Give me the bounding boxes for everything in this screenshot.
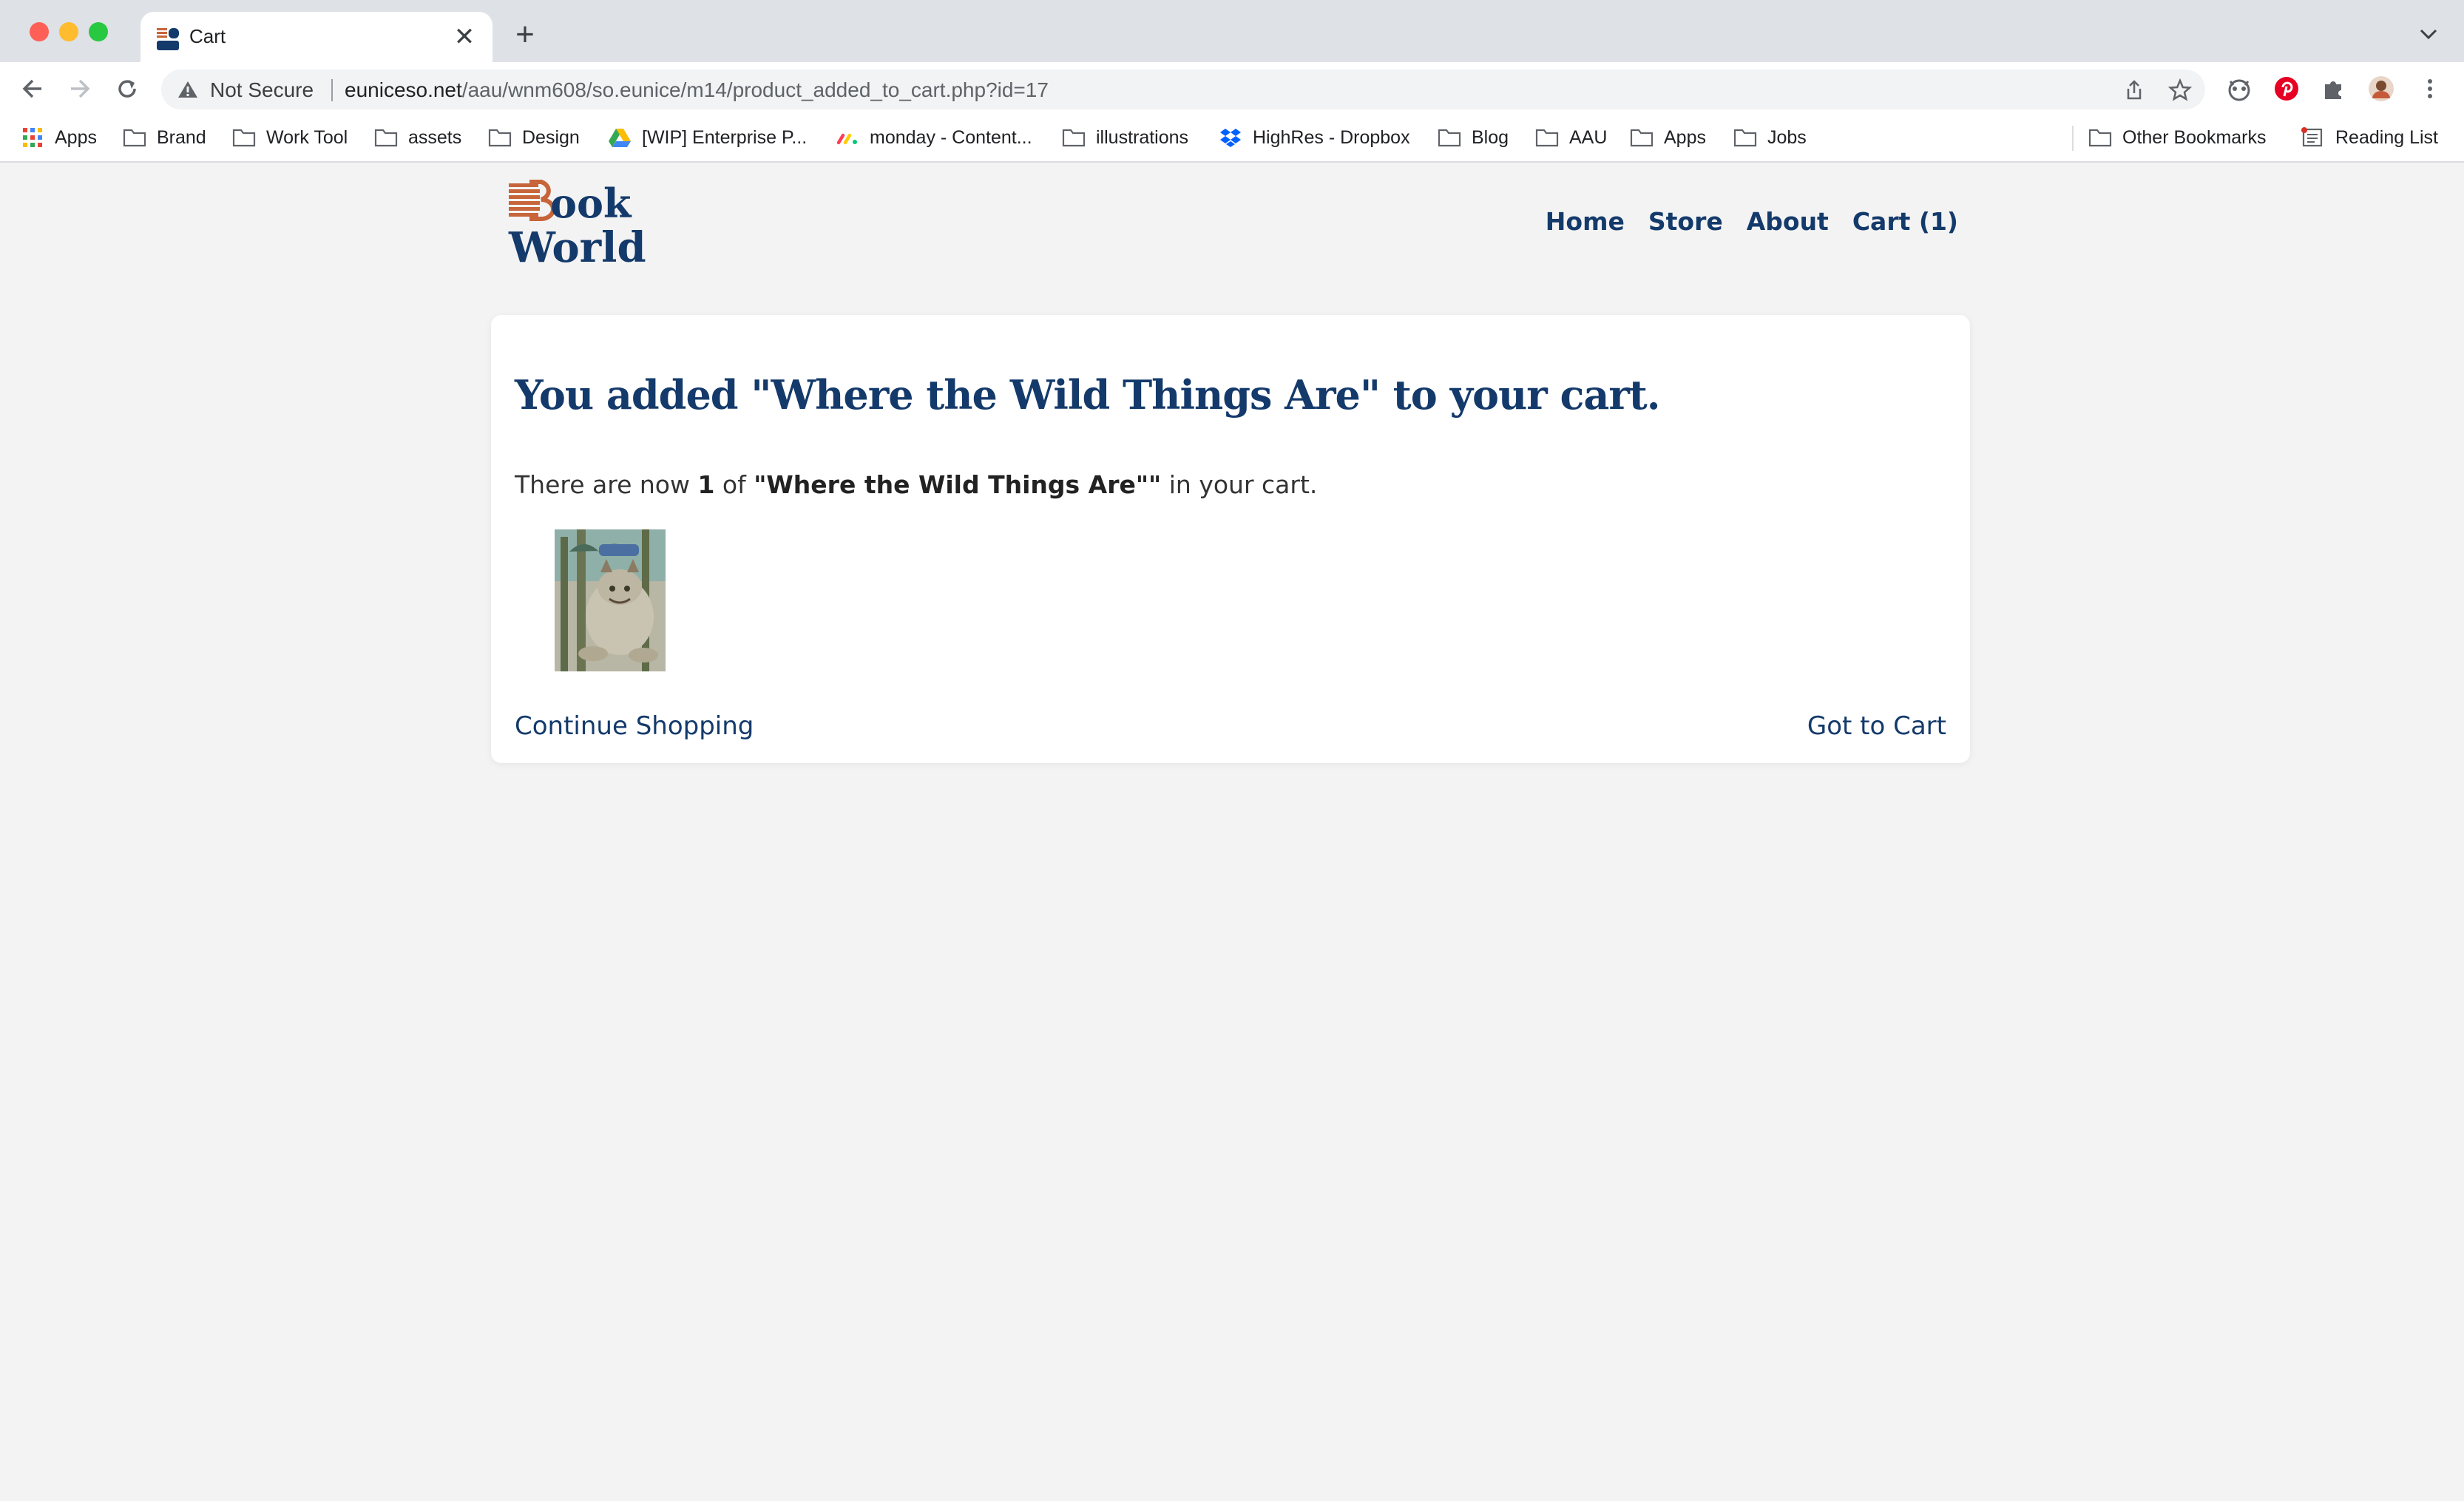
bookmark-apps-folder[interactable]: Apps <box>1630 123 1706 152</box>
url-host: euniceso.net <box>345 78 462 101</box>
nav-cart-link[interactable]: Cart (1) <box>1852 207 1958 236</box>
folder-icon <box>2088 129 2112 147</box>
reading-list-icon <box>2301 127 2323 147</box>
monday-icon <box>836 133 857 145</box>
other-bookmarks[interactable]: Other Bookmarks <box>2088 123 2267 152</box>
bookmarks-separator <box>2072 126 2074 151</box>
bookmarks-bar: Apps Brand Work Tool assets Design [WIP]… <box>0 115 2464 163</box>
nav-about-link[interactable]: About <box>1747 207 1829 236</box>
browser-toolbar: Not Secure euniceso.net/aau/wnm608/so.eu… <box>0 62 2464 115</box>
confirmation-heading: You added "Where the Wild Things Are" to… <box>515 371 1661 419</box>
message-prefix: There are now <box>515 470 698 499</box>
bookmark-label: Apps <box>1664 126 1706 148</box>
message-suffix: in your cart. <box>1161 470 1318 499</box>
product-name: "Where the Wild Things Are"" <box>754 470 1162 499</box>
folder-icon <box>123 129 146 147</box>
back-arrow-icon[interactable] <box>18 74 47 104</box>
extensions-puzzle-icon[interactable] <box>2319 74 2349 104</box>
bookmark-illustrations[interactable]: illustrations <box>1062 123 1188 152</box>
bookmark-label: HighRes - Dropbox <box>1253 126 1410 148</box>
url-path: /aau/wnm608/so.eunice/m14/product_added_… <box>461 78 1049 101</box>
folder-icon <box>1438 129 1461 147</box>
bookmark-label: Brand <box>157 126 206 148</box>
bookmark-design[interactable]: Design <box>488 123 580 152</box>
window-close-button[interactable] <box>30 22 49 41</box>
bookmark-highres-dropbox[interactable]: HighRes - Dropbox <box>1219 123 1410 152</box>
bookmark-label: Blog <box>1472 126 1509 148</box>
bookmark-label: monday - Content... <box>870 126 1032 148</box>
page-content: ook World Home Store About Cart (1) You … <box>0 163 2464 1501</box>
svg-text:ook: ook <box>550 180 632 227</box>
bookmark-work-tool[interactable]: Work Tool <box>232 123 348 152</box>
folder-icon <box>1733 129 1757 147</box>
bookmark-label: Apps <box>55 126 97 148</box>
bookmark-label: Work Tool <box>266 126 348 148</box>
tab-close-icon[interactable]: ✕ <box>451 24 478 50</box>
tab-search-chevron-icon[interactable] <box>2415 21 2442 47</box>
bookmark-label: Design <box>522 126 580 148</box>
forward-arrow-icon[interactable] <box>65 74 95 104</box>
folder-icon <box>1630 129 1654 147</box>
folder-icon <box>1535 129 1559 147</box>
bookmark-star-icon[interactable] <box>2168 78 2192 102</box>
cart-quantity: 1 <box>697 470 715 499</box>
message-of: of <box>714 470 754 499</box>
cart-count-message: There are now 1 of "Where the Wild Thing… <box>515 470 1317 499</box>
not-secure-label[interactable]: Not Secure <box>210 78 314 102</box>
go-to-cart-link[interactable]: Got to Cart <box>1807 711 1946 741</box>
new-tab-button[interactable]: + <box>510 18 540 51</box>
bookmark-label: AAU <box>1569 126 1608 148</box>
bookmark-brand[interactable]: Brand <box>123 123 206 152</box>
folder-icon <box>488 129 512 147</box>
raccoon-extension-icon[interactable] <box>2224 74 2254 104</box>
folder-icon <box>1062 129 1086 147</box>
bookmark-label: [WIP] Enterprise P... <box>642 126 808 148</box>
tab-cart[interactable]: Cart ✕ <box>141 12 493 62</box>
book-cover-image <box>555 529 666 671</box>
bookmark-label: Jobs <box>1767 126 1807 148</box>
address-bar[interactable]: Not Secure euniceso.net/aau/wnm608/so.eu… <box>161 70 2205 109</box>
bookmark-label: illustrations <box>1096 126 1189 148</box>
reading-list[interactable]: Reading List <box>2301 123 2438 152</box>
bookmark-assets[interactable]: assets <box>374 123 461 152</box>
pinterest-icon[interactable] <box>2272 74 2301 104</box>
site-navigation: Home Store About Cart (1) <box>1546 207 1958 236</box>
book-world-favicon-icon <box>157 28 179 50</box>
bookmark-blog[interactable]: Blog <box>1438 123 1509 152</box>
bookmark-jobs[interactable]: Jobs <box>1733 123 1807 152</box>
url-text[interactable]: euniceso.net/aau/wnm608/so.eunice/m14/pr… <box>345 78 1049 102</box>
other-bookmarks-label: Other Bookmarks <box>2122 126 2267 148</box>
browser-tab-strip: Cart ✕ + <box>0 0 2464 62</box>
bookmark-label: assets <box>408 126 462 148</box>
warning-triangle-icon <box>178 81 197 98</box>
reload-icon[interactable] <box>112 74 142 104</box>
reading-list-label: Reading List <box>2335 126 2438 148</box>
cart-confirmation-card: You added "Where the Wild Things Are" to… <box>491 315 1970 763</box>
bookmark-aau[interactable]: AAU <box>1535 123 1607 152</box>
address-divider <box>331 79 333 101</box>
google-drive-icon <box>609 129 631 147</box>
window-zoom-button[interactable] <box>89 22 108 41</box>
dropbox-icon <box>1220 129 1241 147</box>
nav-home-link[interactable]: Home <box>1546 207 1625 236</box>
nav-store-link[interactable]: Store <box>1648 207 1723 236</box>
continue-shopping-link[interactable]: Continue Shopping <box>515 711 754 741</box>
bookmark-apps[interactable]: Apps <box>21 123 97 152</box>
browser-menu-icon[interactable] <box>2415 74 2445 104</box>
profile-avatar-icon[interactable] <box>2366 74 2396 104</box>
tab-title: Cart <box>189 25 226 47</box>
book-world-logo[interactable]: ook World <box>507 179 655 269</box>
folder-icon <box>232 129 256 147</box>
svg-text:World: World <box>508 223 646 269</box>
bookmark-monday[interactable]: monday - Content... <box>836 123 1032 152</box>
share-icon[interactable] <box>2122 78 2146 102</box>
apps-grid-icon <box>23 128 42 147</box>
window-minimize-button[interactable] <box>59 22 78 41</box>
bookmark-wip-enterprise[interactable]: [WIP] Enterprise P... <box>608 123 807 152</box>
folder-icon <box>374 129 398 147</box>
